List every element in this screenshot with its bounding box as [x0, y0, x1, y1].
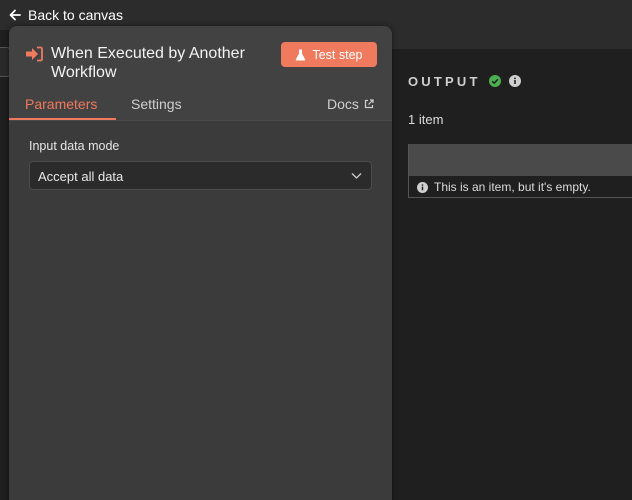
- flask-icon: [296, 49, 306, 60]
- tab-docs-label: Docs: [327, 96, 359, 112]
- output-header: OUTPUT: [408, 72, 521, 90]
- check-circle-icon: [488, 75, 501, 87]
- sign-in-icon: [26, 46, 43, 62]
- back-to-canvas-label: Back to canvas: [28, 7, 123, 23]
- output-table: This is an item, but it's empty.: [408, 144, 632, 198]
- tab-settings[interactable]: Settings: [131, 96, 182, 112]
- output-title: OUTPUT: [408, 73, 481, 89]
- panel-header: When Executed by Another Workflow Test s…: [9, 26, 392, 121]
- info-icon[interactable]: [508, 75, 521, 87]
- input-data-mode-value: Accept all data: [38, 169, 124, 184]
- input-data-mode-label: Input data mode: [29, 139, 120, 153]
- output-empty-row: This is an item, but it's empty.: [417, 179, 591, 195]
- output-item-count: 1 item: [408, 112, 444, 127]
- test-step-button[interactable]: Test step: [281, 42, 377, 67]
- node-title: When Executed by Another Workflow: [51, 45, 245, 81]
- arrow-left-icon: [9, 9, 21, 21]
- info-icon: [417, 181, 428, 193]
- output-table-header: [409, 144, 632, 176]
- node-parameters-panel: When Executed by Another Workflow Test s…: [9, 26, 392, 500]
- external-link-icon: [364, 99, 374, 109]
- active-tab-indicator: [9, 118, 116, 120]
- output-empty-message: This is an item, but it's empty.: [434, 180, 591, 194]
- tab-docs[interactable]: Docs: [327, 96, 374, 112]
- test-step-label: Test step: [312, 47, 363, 62]
- panel-tabs: Parameters Settings Docs: [9, 92, 392, 121]
- chevron-down-icon: [351, 173, 362, 179]
- back-to-canvas-link[interactable]: Back to canvas: [8, 5, 123, 25]
- input-data-mode-select[interactable]: Accept all data: [29, 161, 372, 190]
- canvas-background-strip: [392, 30, 632, 49]
- tab-parameters[interactable]: Parameters: [25, 96, 97, 112]
